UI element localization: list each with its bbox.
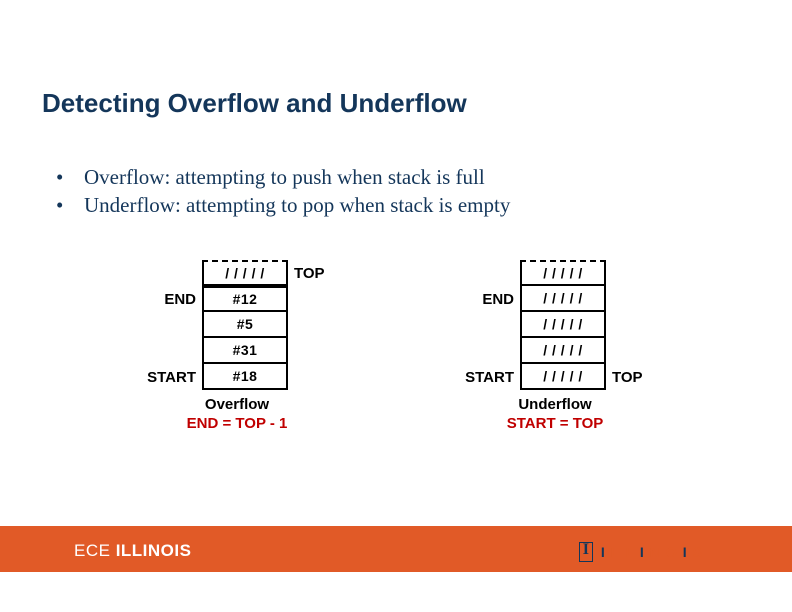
stack-cell: #31 bbox=[202, 338, 288, 364]
stack-cell: #12 bbox=[202, 286, 288, 312]
bullet-text: Underflow: attempting to pop when stack … bbox=[84, 191, 510, 219]
underflow-formula: START = TOP bbox=[507, 415, 604, 432]
underflow-diagram: / / / / / END / / / / / / / / / / / / / … bbox=[456, 260, 654, 432]
slide-title: Detecting Overflow and Underflow bbox=[42, 88, 467, 119]
row-label-left: START bbox=[456, 369, 514, 386]
footer-illinois: ILLINOIS bbox=[116, 541, 192, 560]
diagram-area: / / / / / TOP END #12 #5 #31 START #18 O… bbox=[0, 260, 792, 432]
row-label-left: END bbox=[456, 291, 514, 308]
row-label-left: END bbox=[138, 291, 196, 308]
overflow-formula: END = TOP - 1 bbox=[187, 415, 288, 432]
bullet-list: • Overflow: attempting to push when stac… bbox=[56, 163, 510, 220]
underflow-caption: Underflow bbox=[518, 396, 591, 413]
row-label-left: START bbox=[138, 369, 196, 386]
block-i-icon bbox=[579, 542, 593, 562]
overflow-diagram: / / / / / TOP END #12 #5 #31 START #18 O… bbox=[138, 260, 336, 432]
overflow-caption: Overflow bbox=[205, 396, 269, 413]
row-label-right: TOP bbox=[294, 265, 336, 282]
underflow-stack: / / / / / END / / / / / / / / / / / / / … bbox=[456, 260, 654, 390]
stack-cell: / / / / / bbox=[520, 260, 606, 286]
bullet-item: • Overflow: attempting to push when stac… bbox=[56, 163, 510, 191]
stack-cell: / / / / / bbox=[520, 286, 606, 312]
bullet-text: Overflow: attempting to push when stack … bbox=[84, 163, 485, 191]
bullet-item: • Underflow: attempting to pop when stac… bbox=[56, 191, 510, 219]
stack-cell: / / / / / bbox=[520, 364, 606, 390]
row-label-right: TOP bbox=[612, 369, 654, 386]
stack-cell: / / / / / bbox=[520, 338, 606, 364]
bullet-dot-icon: • bbox=[56, 191, 84, 219]
stack-cell: / / / / / bbox=[520, 312, 606, 338]
footer-left-brand: ECE ILLINOIS bbox=[74, 541, 191, 561]
overflow-stack: / / / / / TOP END #12 #5 #31 START #18 bbox=[138, 260, 336, 390]
stack-cell: #18 bbox=[202, 364, 288, 390]
bullet-dot-icon: • bbox=[56, 163, 84, 191]
stack-cell: / / / / / bbox=[202, 260, 288, 286]
footer-ece: ECE bbox=[74, 541, 116, 560]
illinois-wordmark: ILLINOIS bbox=[601, 544, 708, 560]
footer-right-brand: ILLINOIS bbox=[579, 542, 708, 562]
stack-cell: #5 bbox=[202, 312, 288, 338]
